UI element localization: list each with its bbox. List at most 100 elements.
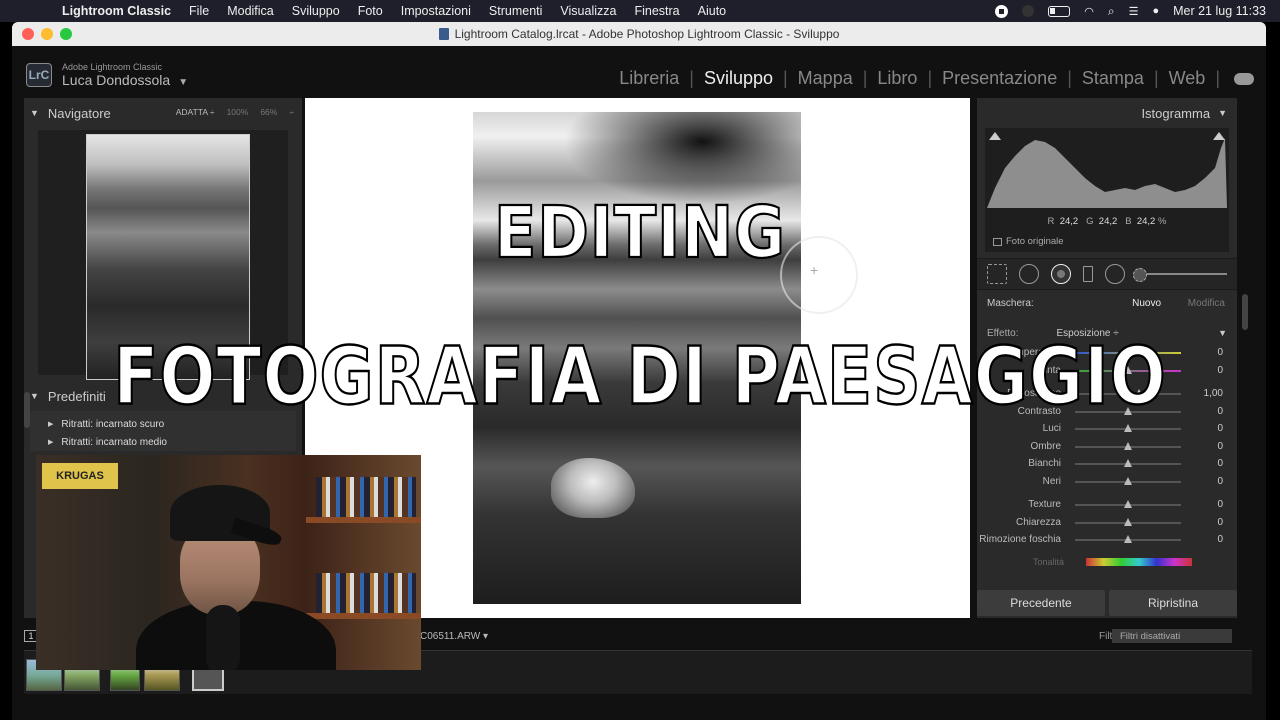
- slider-knob[interactable]: [1124, 535, 1132, 543]
- slider-label: Neri: [1042, 475, 1061, 487]
- tonality-color-bar[interactable]: [1086, 557, 1193, 566]
- slider-knob[interactable]: [1124, 476, 1132, 485]
- slider-row: Neri 0: [977, 473, 1237, 491]
- current-filename[interactable]: C06511.ARW ▾: [420, 631, 488, 642]
- filter-select[interactable]: Filtri disattivati: [1112, 629, 1232, 643]
- menu-visualizza[interactable]: Visualizza: [560, 4, 616, 18]
- macos-menubar: Lightroom Classic File Modifica Sviluppo…: [0, 0, 1280, 22]
- slider-knob[interactable]: [1124, 459, 1132, 467]
- status-dot-icon[interactable]: [1022, 5, 1035, 17]
- module-libreria[interactable]: Libreria: [609, 68, 689, 89]
- bookshelf: [306, 517, 421, 523]
- overlay-title-landscape: FOTOGRAFIA DI PAESAGGIO: [112, 329, 1167, 424]
- menu-finestra[interactable]: Finestra: [634, 4, 679, 18]
- slider-value[interactable]: 0: [1217, 534, 1223, 545]
- overlay-title-editing: EDITING: [493, 189, 787, 275]
- reset-button[interactable]: Ripristina: [1109, 590, 1237, 616]
- slider-track[interactable]: [1075, 535, 1181, 543]
- minimize-window-button[interactable]: [41, 28, 53, 40]
- menu-impostazioni[interactable]: Impostazioni: [401, 4, 471, 18]
- module-libro[interactable]: Libro: [867, 68, 927, 89]
- control-center-icon[interactable]: ☰: [1129, 5, 1139, 18]
- product-name: Adobe Lightroom Classic: [62, 62, 163, 72]
- slider-row: Chiarezza 0: [977, 514, 1237, 532]
- search-icon[interactable]: ⌕: [1108, 4, 1115, 19]
- tonality-label: Tonalità: [1033, 556, 1065, 567]
- tonality-row: Tonalità: [977, 553, 1237, 571]
- siri-icon[interactable]: ●: [1152, 5, 1159, 17]
- identity-plate[interactable]: LrC Adobe Lightroom Classic Luca Dondoss…: [26, 62, 188, 88]
- module-stampa[interactable]: Stampa: [1072, 68, 1154, 89]
- navigator-title: Navigatore: [47, 105, 111, 121]
- wifi-icon[interactable]: ◠: [1084, 5, 1094, 18]
- slider-track[interactable]: [1075, 424, 1181, 432]
- preset-item[interactable]: ▶ Ritratti: incarnato medio: [30, 433, 296, 451]
- slider-value[interactable]: 0: [1217, 458, 1223, 469]
- presence-sliders: Texture 0 Chiarezza 0 Rimozione foschia 0: [977, 496, 1237, 549]
- module-sviluppo[interactable]: Sviluppo: [694, 68, 783, 89]
- navigator-header[interactable]: ▼ Navigatore ADATTA ÷ 100% 66% ÷: [24, 98, 302, 128]
- webcam-overlay: KRUGAS: [36, 455, 421, 670]
- histogram-header[interactable]: Istogramma ▼: [977, 98, 1237, 128]
- slider-row: Rimozione foschia 0: [977, 531, 1237, 549]
- slider-knob[interactable]: [1124, 424, 1132, 432]
- lrc-logo: LrC: [26, 63, 52, 87]
- menu-app-name[interactable]: Lightroom Classic: [62, 4, 171, 18]
- slider-value[interactable]: 0: [1217, 517, 1223, 528]
- photo-rock: [551, 458, 635, 518]
- mask-row: Maschera: Nuovo Modifica: [977, 290, 1237, 316]
- highlight-clip-icon[interactable]: [1213, 132, 1225, 140]
- menu-file[interactable]: File: [189, 4, 209, 18]
- zoom-window-button[interactable]: [60, 28, 72, 40]
- zoom-more-option[interactable]: ÷: [289, 107, 294, 117]
- right-panel-scrollbar[interactable]: [1242, 294, 1248, 330]
- menu-sviluppo[interactable]: Sviluppo: [292, 4, 340, 18]
- preset-label: Ritratti: incarnato medio: [61, 436, 167, 448]
- slider-track[interactable]: [1075, 459, 1181, 467]
- slider-value[interactable]: 0: [1217, 499, 1223, 510]
- menu-strumenti[interactable]: Strumenti: [489, 4, 543, 18]
- close-window-button[interactable]: [22, 28, 34, 40]
- screen-record-icon[interactable]: [995, 4, 1009, 18]
- menubar-clock[interactable]: Mer 21 lug 11:33: [1173, 4, 1266, 18]
- shadow-clip-icon[interactable]: [989, 132, 1001, 140]
- slider-row: Bianchi 0: [977, 455, 1237, 473]
- menu-foto[interactable]: Foto: [358, 4, 383, 18]
- slider-track[interactable]: [1075, 517, 1181, 526]
- menu-aiuto[interactable]: Aiuto: [698, 4, 727, 18]
- window-titlebar: Lightroom Catalog.lrcat - Adobe Photosho…: [12, 22, 1266, 46]
- cloud-sync-icon[interactable]: [1234, 72, 1254, 85]
- zoom-66-option[interactable]: 66%: [260, 107, 277, 117]
- slider-track[interactable]: [1075, 441, 1181, 450]
- previous-button[interactable]: Precedente: [977, 590, 1105, 616]
- slider-knob[interactable]: [1124, 517, 1132, 526]
- slider-label: Texture: [1028, 499, 1061, 511]
- battery-icon[interactable]: [1048, 5, 1071, 17]
- mask-label: Maschera:: [987, 297, 1034, 309]
- module-web[interactable]: Web: [1159, 68, 1216, 89]
- zoom-100-option[interactable]: 100%: [227, 107, 249, 117]
- slider-track[interactable]: [1075, 476, 1181, 485]
- slider-knob[interactable]: [1124, 441, 1132, 450]
- slider-label: Luci: [1042, 423, 1061, 435]
- slider-value[interactable]: 0: [1217, 476, 1223, 487]
- chevron-down-icon[interactable]: ▼: [178, 77, 188, 88]
- collapse-triangle-icon[interactable]: ▼: [30, 108, 39, 118]
- mask-new-button[interactable]: Nuovo: [1132, 298, 1161, 309]
- window-title: Lightroom Catalog.lrcat - Adobe Photosho…: [454, 27, 840, 41]
- user-name: Luca Dondossola: [62, 72, 171, 88]
- slider-track[interactable]: [1075, 500, 1181, 508]
- mask-edit-button[interactable]: Modifica: [1188, 298, 1225, 309]
- module-mappa[interactable]: Mappa: [788, 68, 863, 89]
- microphone: [206, 605, 240, 670]
- zoom-fit-option[interactable]: ADATTA ÷: [176, 107, 215, 117]
- books: [316, 477, 416, 517]
- slider-value[interactable]: 0: [1217, 423, 1223, 434]
- module-presentazione[interactable]: Presentazione: [932, 68, 1067, 89]
- slider-value[interactable]: 0: [1217, 441, 1223, 452]
- menu-modifica[interactable]: Modifica: [227, 4, 274, 18]
- slider-knob[interactable]: [1124, 500, 1132, 508]
- collapse-triangle-icon[interactable]: ▼: [1218, 108, 1227, 118]
- slider-label: Bianchi: [1028, 458, 1061, 470]
- histogram-title: Istogramma: [1141, 105, 1211, 121]
